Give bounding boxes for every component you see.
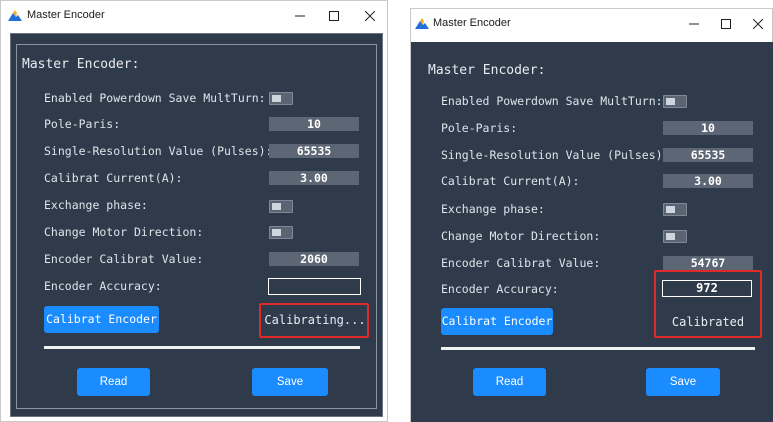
left-window: Master Encoder Master Encoder: Enabled P… [0,0,388,422]
resolution-label: Single-Resolution Value (Pulses): [44,144,273,158]
calib-value-label: Encoder Calibrat Value: [44,252,204,266]
calibration-status: Calibrated [671,315,745,329]
encoder-panel: Master Encoder: Enabled Powerdown Save M… [411,42,773,422]
pole-label: Pole-Paris: [44,117,121,131]
status-highlight [259,303,369,338]
save-button[interactable]: Save [646,368,720,396]
powerdown-checkbox[interactable] [269,92,293,105]
resolution-value[interactable]: 65535 [663,148,753,162]
calib-value-label: Encoder Calibrat Value: [441,256,601,270]
maximize-button[interactable] [322,5,346,27]
exchange-phase-label: Exchange phase: [441,202,545,216]
read-button[interactable]: Read [77,368,150,396]
window-title: Master Encoder [27,9,105,21]
close-button[interactable] [746,13,770,35]
save-button[interactable]: Save [252,368,328,396]
app-icon [415,18,429,29]
motor-direction-checkbox[interactable] [663,230,687,243]
maximize-icon [329,11,339,21]
motor-direction-checkbox[interactable] [269,226,293,239]
exchange-phase-checkbox[interactable] [663,203,687,216]
right-window: Master Encoder Master Encoder: Enabled P… [410,8,773,422]
accuracy-label: Encoder Accuracy: [44,279,162,293]
accuracy-value [268,278,361,295]
encoder-panel: Master Encoder: Enabled Powerdown Save M… [10,33,383,417]
exchange-phase-checkbox[interactable] [269,200,293,213]
divider [441,347,755,350]
minimize-button[interactable] [288,5,312,27]
maximize-icon [721,19,731,29]
calib-value: 2060 [269,252,359,266]
minimize-icon [689,23,699,25]
title-bar[interactable]: Master Encoder [1,1,387,31]
close-icon [753,19,763,29]
motor-direction-label: Change Motor Direction: [44,225,204,239]
motor-direction-label: Change Motor Direction: [441,229,601,243]
pole-label: Pole-Paris: [441,121,518,135]
minimize-icon [295,15,305,17]
pole-value[interactable]: 10 [663,121,753,135]
calibrate-encoder-button[interactable]: Calibrat Encoder [441,308,553,335]
current-value[interactable]: 3.00 [269,171,359,185]
powerdown-label: Enabled Powerdown Save MultTurn: [441,94,663,108]
accuracy-label: Encoder Accuracy: [441,282,559,296]
maximize-button[interactable] [714,13,738,35]
window-title: Master Encoder [433,17,511,29]
current-label: Calibrat Current(A): [441,174,580,188]
current-label: Calibrat Current(A): [44,171,183,185]
resolution-label: Single-Resolution Value (Pulses): [441,148,670,162]
title-bar[interactable]: Master Encoder [411,9,772,39]
section-title: Master Encoder: [22,57,140,72]
close-button[interactable] [358,5,382,27]
read-button[interactable]: Read [473,368,546,396]
close-icon [365,11,375,21]
exchange-phase-label: Exchange phase: [44,198,148,212]
powerdown-label: Enabled Powerdown Save MultTurn: [44,91,266,105]
minimize-button[interactable] [682,13,706,35]
calib-value: 54767 [663,256,753,270]
current-value[interactable]: 3.00 [663,174,753,188]
resolution-value[interactable]: 65535 [269,144,359,158]
divider [44,346,360,349]
pole-value[interactable]: 10 [269,117,359,131]
section-title: Master Encoder: [428,63,546,78]
calibrate-encoder-button[interactable]: Calibrat Encoder [44,306,159,333]
app-icon [8,10,22,21]
powerdown-checkbox[interactable] [663,95,687,108]
